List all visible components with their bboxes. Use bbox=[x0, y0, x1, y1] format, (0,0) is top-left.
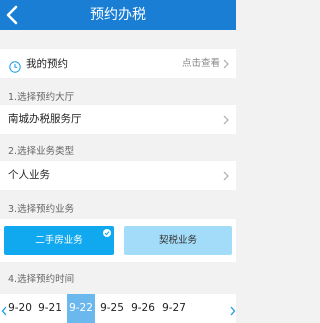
date-option[interactable]: 9-26 bbox=[129, 294, 157, 323]
hall-select-row[interactable]: 南城办税服务厅 bbox=[0, 105, 236, 134]
business-type-section-label: 2.选择业务类型 bbox=[8, 146, 75, 157]
check-icon bbox=[103, 229, 111, 237]
business-option-label: 二手房业务 bbox=[35, 235, 83, 246]
business-type-select-row[interactable]: 个人业务 bbox=[0, 161, 236, 190]
clock-icon bbox=[9, 58, 21, 73]
date-option[interactable]: 9-20 bbox=[6, 294, 34, 323]
time-section-label: 4.选择预约时间 bbox=[8, 274, 75, 285]
business-type-value: 个人业务 bbox=[8, 169, 50, 181]
my-appointment-label: 我的预约 bbox=[26, 58, 68, 70]
my-appointment-row[interactable]: 我的预约 点击查看 bbox=[0, 49, 236, 78]
business-option-deed-tax[interactable]: 契税业务 bbox=[124, 226, 232, 255]
hall-section-label: 1.选择预约大厅 bbox=[8, 92, 75, 103]
chevron-right-icon bbox=[222, 171, 230, 181]
business-option-second-hand-housing[interactable]: 二手房业务 bbox=[4, 226, 114, 255]
date-option[interactable]: 9-27 bbox=[160, 294, 188, 323]
chevron-right-icon bbox=[222, 115, 230, 125]
page-title: 预约办税 bbox=[90, 7, 146, 23]
date-option[interactable]: 9-25 bbox=[98, 294, 126, 323]
business-section-label: 3.选择预约业务 bbox=[8, 204, 75, 215]
chevron-right-icon[interactable] bbox=[230, 302, 236, 316]
view-appointment-link[interactable]: 点击查看 bbox=[182, 58, 220, 70]
date-option-selected[interactable]: 9-22 bbox=[67, 294, 95, 323]
header-bar: 预约办税 bbox=[0, 0, 236, 30]
chevron-right-icon bbox=[222, 59, 230, 69]
date-option[interactable]: 9-21 bbox=[36, 294, 64, 323]
hall-value: 南城办税服务厅 bbox=[8, 113, 82, 125]
date-selector: 9-20 9-21 9-22 9-25 9-26 9-27 bbox=[0, 294, 236, 323]
business-option-label: 契税业务 bbox=[158, 235, 197, 246]
